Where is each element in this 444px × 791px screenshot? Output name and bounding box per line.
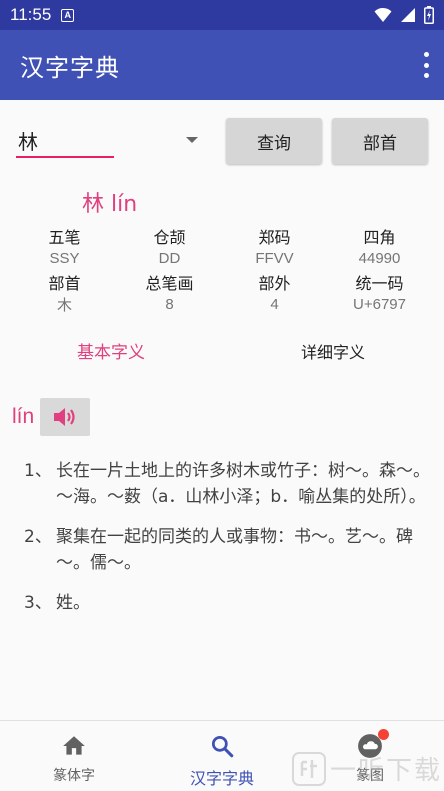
more-options-icon[interactable] — [422, 52, 430, 78]
pinyin-row: lín — [12, 398, 91, 436]
search-row: 查询 部首 — [16, 118, 428, 164]
info-label: 四角 — [363, 227, 396, 247]
nav-item-dictionary[interactable]: 汉字字典 — [148, 721, 296, 791]
nav-item-seal-script[interactable]: 篆体字 — [0, 721, 148, 791]
app-title: 汉字字典 — [20, 53, 120, 82]
info-value: SSY — [49, 250, 80, 267]
tab-basic-meaning[interactable]: 基本字义 — [0, 336, 222, 370]
info-label: 统一码 — [355, 273, 404, 293]
status-icons — [374, 6, 434, 24]
info-label: 五笔 — [48, 227, 81, 247]
info-label: 部首 — [48, 273, 81, 293]
wifi-icon — [374, 7, 392, 22]
nav-label: 篆体字 — [53, 768, 95, 784]
notification-a-icon: A — [61, 8, 75, 22]
nav-label: 汉字字典 — [189, 769, 254, 788]
info-value-row: SSY DD FFVV 44990 — [12, 247, 432, 270]
info-label: 总笔画 — [145, 273, 194, 293]
watermark: 一听下载 — [291, 750, 442, 787]
definition-text: 长在一片土地上的许多树木或竹子：树～。森～。～海。～薮（a．山林小泽；b．喻丛集… — [56, 461, 430, 507]
info-value-row: 木 8 4 U+6797 — [12, 293, 432, 316]
info-value: DD — [158, 250, 181, 267]
info-label-row: 部首 总笔画 部外 统一码 — [12, 270, 432, 293]
search-icon — [211, 735, 234, 758]
info-value: 44990 — [358, 250, 401, 267]
tab-detailed-meaning[interactable]: 详细字义 — [222, 336, 444, 370]
definition-item: 2、 聚集在一起的同类的人或事物：书～。艺～。碑～。儒～。 — [24, 524, 432, 576]
watermark-text: 一听下载 — [329, 756, 442, 786]
definition-tabs: 基本字义 详细字义 — [0, 336, 444, 370]
info-label: 仓颉 — [153, 227, 186, 247]
definition-number: 1、 — [24, 461, 52, 481]
character-heading: 林 lín — [82, 192, 138, 217]
info-value: U+6797 — [353, 296, 406, 313]
dropdown-arrow-icon[interactable] — [186, 137, 198, 143]
info-value: 木 — [56, 297, 72, 314]
info-label: 郑码 — [258, 227, 291, 247]
info-value: 4 — [270, 296, 279, 313]
watermark-logo-icon — [291, 751, 326, 786]
speaker-icon — [54, 408, 75, 426]
definition-list: 1、 长在一片土地上的许多树木或竹子：树～。森～。～海。～薮（a．山林小泽；b．… — [24, 458, 432, 630]
definition-text: 聚集在一起的同类的人或事物：书～。艺～。碑～。儒～。 — [56, 527, 413, 573]
character-info-table: 五笔 仓颉 郑码 四角 SSY DD FFVV 44990 部首 总笔画 部外 … — [12, 224, 432, 316]
definition-item: 3、 姓。 — [24, 590, 432, 616]
info-value: FFVV — [255, 250, 294, 267]
definition-number: 3、 — [24, 593, 52, 613]
home-icon — [63, 736, 85, 755]
status-bar: 11:55 A — [0, 0, 444, 30]
signal-icon — [401, 8, 415, 22]
definition-text: 姓。 — [56, 593, 90, 613]
status-time: 11:55 — [10, 5, 52, 24]
battery-icon — [424, 6, 434, 24]
speaker-button[interactable] — [40, 398, 91, 436]
definition-number: 2、 — [24, 527, 52, 547]
app-bar: 汉字字典 — [0, 30, 444, 100]
info-label: 部外 — [258, 273, 291, 293]
definition-item: 1、 长在一片土地上的许多树木或竹子：树～。森～。～海。～薮（a．山林小泽；b．… — [24, 458, 432, 510]
pinyin-label: lín — [12, 405, 35, 428]
info-label-row: 五笔 仓颉 郑码 四角 — [12, 224, 432, 247]
query-button[interactable]: 查询 — [226, 118, 322, 164]
info-value: 8 — [165, 296, 174, 313]
radical-button[interactable]: 部首 — [332, 118, 428, 164]
notification-dot — [378, 729, 389, 740]
search-input[interactable] — [16, 124, 114, 158]
